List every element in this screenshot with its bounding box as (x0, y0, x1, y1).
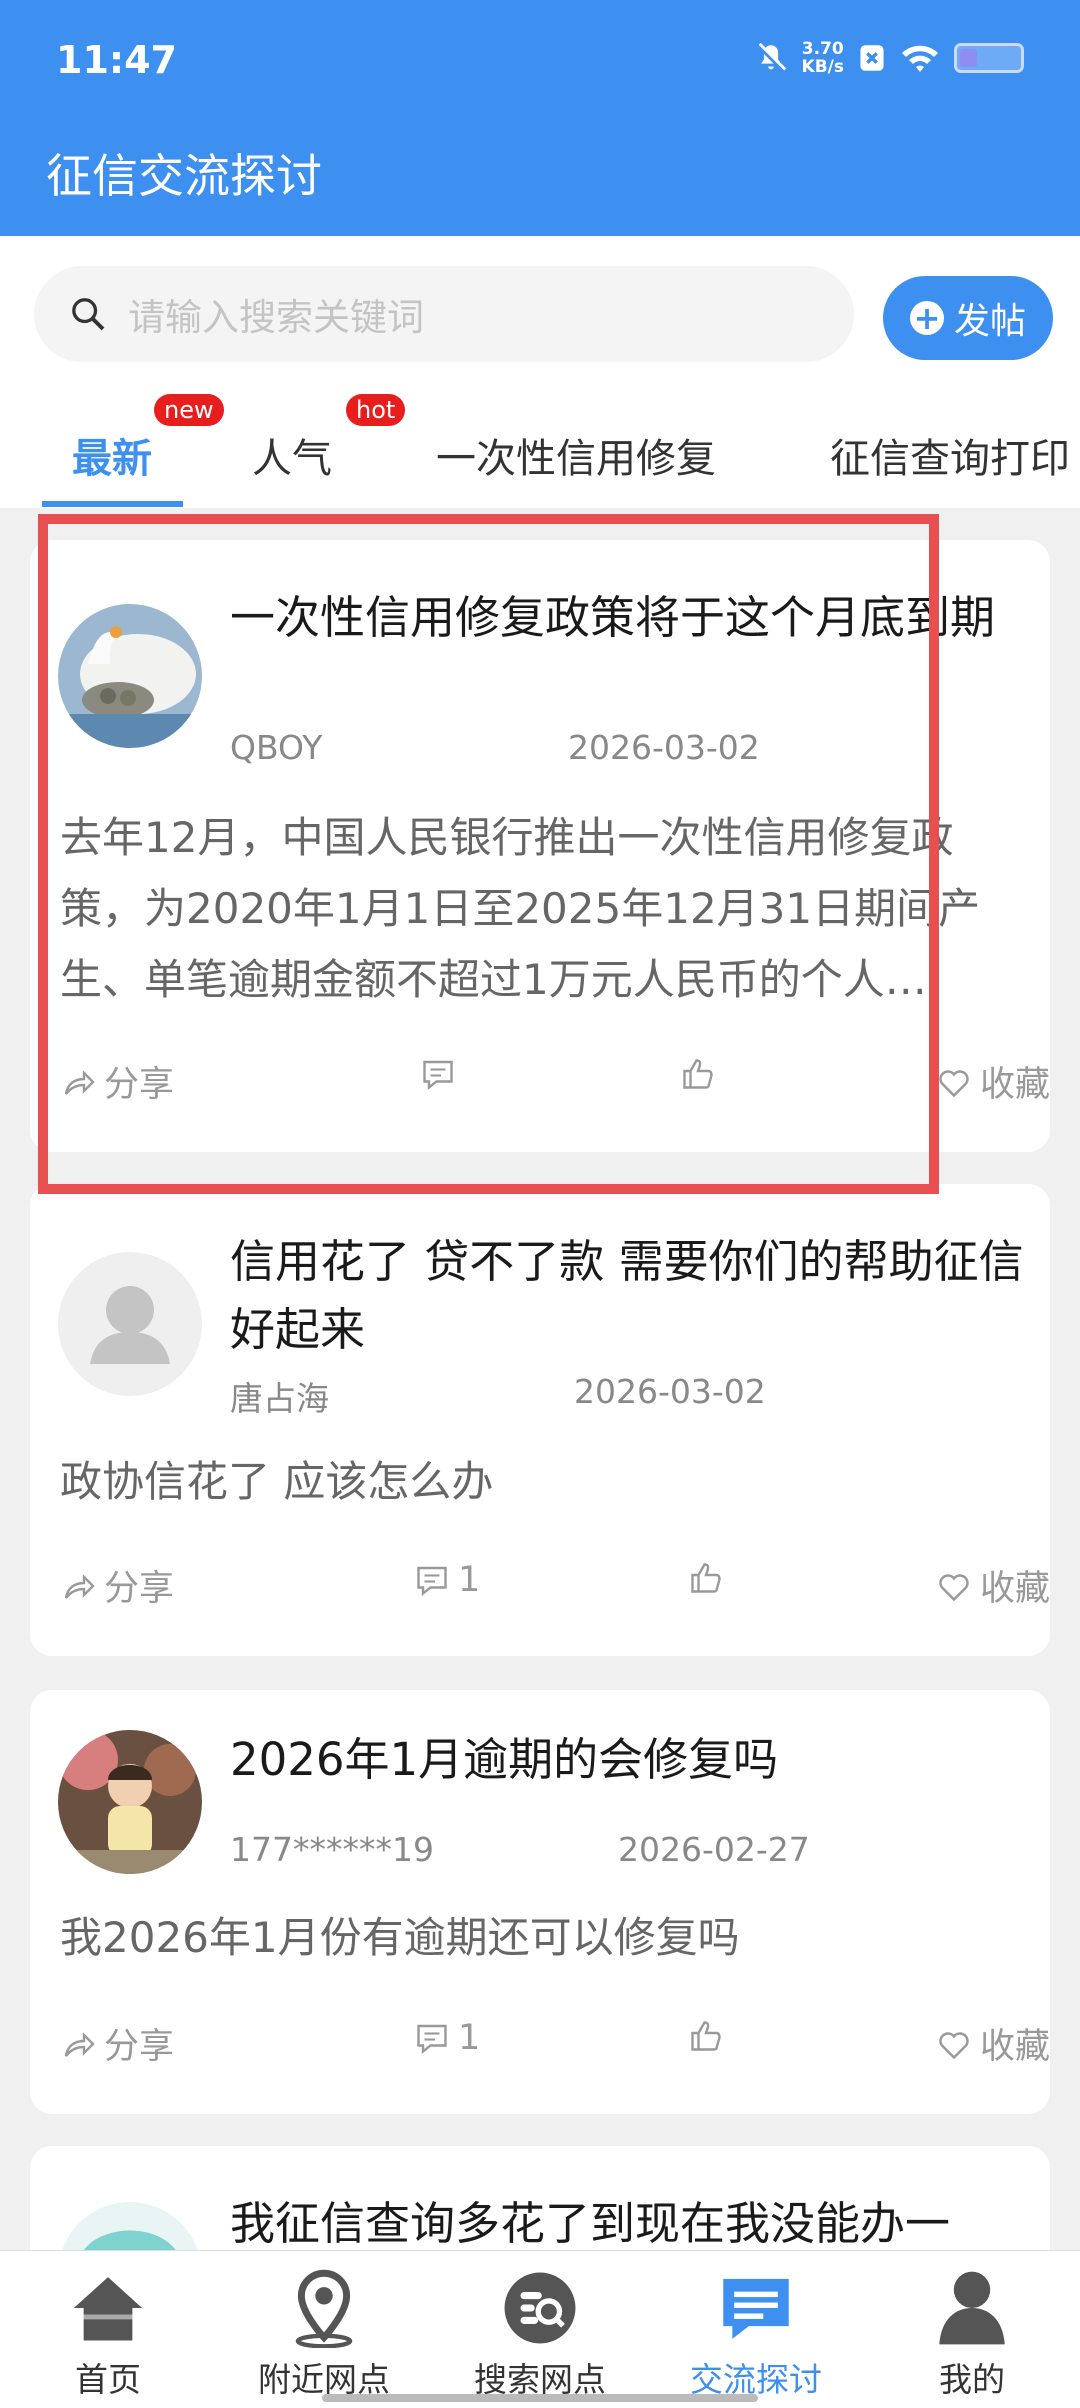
home-icon (73, 2277, 143, 2341)
home-indicator (322, 2394, 758, 2402)
tab-latest-label: 最新 (72, 436, 152, 482)
post-date: 2026-03-02 (568, 728, 760, 767)
page-title: 征信交流探讨 (46, 149, 322, 203)
nav-home[interactable]: 首页 (0, 2263, 216, 2401)
comment-count: 1 (458, 1560, 481, 1600)
heart-icon (939, 2031, 969, 2059)
post-date: 2026-02-27 (618, 1830, 810, 1869)
search-placeholder: 请输入搜索关键词 (128, 296, 424, 339)
post-card[interactable]: 一次性信用修复政策将于这个月底到期 QBOY 2026-03-02 去年12月，… (30, 540, 1050, 1152)
comment-button[interactable]: 1 (414, 1560, 480, 1600)
search-input[interactable]: 请输入搜索关键词 (34, 266, 854, 362)
favorite-label: 收藏 (980, 1569, 1051, 1609)
share-label: 分享 (104, 1569, 175, 1609)
share-button[interactable]: 分享 (60, 1056, 174, 1107)
post-title[interactable]: 我征信查询多花了到现在我没能办一 (230, 2190, 1030, 2258)
like-button[interactable] (680, 1056, 716, 1092)
tab-popular-label: 人气 (252, 436, 332, 482)
thumbs-up-icon (691, 1563, 721, 1593)
sim-off-icon (860, 45, 884, 71)
post-date: 2026-03-02 (574, 1372, 766, 1411)
tab-popular[interactable]: 人气 (252, 426, 332, 484)
post-author: 唐占海 (230, 1379, 329, 1418)
mute-icon (756, 42, 786, 73)
post-title[interactable]: 2026年1月逾期的会修复吗 (230, 1726, 1030, 1794)
share-icon (64, 1573, 95, 1599)
status-icons: 3.70 KB/s (754, 40, 1024, 76)
avatar[interactable] (58, 1730, 202, 1874)
share-label: 分享 (104, 2027, 175, 2067)
favorite-label: 收藏 (980, 1065, 1051, 1105)
user-icon (939, 2271, 1005, 2345)
post-title[interactable]: 信用花了 贷不了款 需要你们的帮助征信好起来 (230, 1228, 1030, 1364)
comment-icon (417, 2024, 447, 2054)
favorite-label: 收藏 (980, 2027, 1051, 2067)
share-label: 分享 (104, 1065, 175, 1105)
favorite-button[interactable]: 收藏 (936, 1056, 1050, 1107)
category-tabs: 最新 new 人气 hot 一次性信用修复 征信查询打印 (0, 386, 1080, 508)
thumbs-up-icon (691, 2021, 721, 2051)
post-author: 177******19 (230, 1830, 434, 1869)
bottom-nav: 首页 附近网点 搜索网点 交流探讨 我的 (0, 2250, 1080, 2408)
favorite-button[interactable]: 收藏 (936, 1560, 1050, 1611)
share-button[interactable]: 分享 (60, 1560, 174, 1611)
post-excerpt: 去年12月，中国人民银行推出一次性信用修复政策，为2020年1月1日至2025年… (60, 813, 981, 1004)
post-card[interactable]: 2026年1月逾期的会修复吗 177******19 2026-02-27 我2… (30, 1690, 1050, 2114)
comment-button[interactable] (420, 1056, 464, 1092)
post-button-label: 发帖 (953, 301, 1026, 342)
post-actions: 分享 收藏 (60, 1056, 1050, 1116)
network-speed-unit: KB/s (801, 57, 844, 77)
post-button[interactable]: + 发帖 (883, 276, 1053, 360)
search-outlets-icon (504, 2272, 576, 2344)
avatar[interactable] (58, 604, 202, 748)
network-speed-value: 3.70 (801, 39, 844, 59)
post-excerpt: 我2026年1月份有逾期还可以修复吗 (60, 1913, 740, 1962)
like-button[interactable] (688, 1560, 724, 1596)
search-icon (72, 298, 105, 331)
post-actions: 分享 1 收藏 (60, 2018, 1050, 2078)
nav-nearby-outlets[interactable]: 附近网点 (216, 2263, 432, 2401)
heart-icon (939, 1069, 969, 1097)
tab-credit-report-print[interactable]: 征信查询打印 (830, 426, 1070, 484)
comment-count: 1 (458, 2018, 481, 2058)
hot-badge: hot (346, 394, 406, 426)
post-excerpt: 政协信花了 应该怎么办 (60, 1457, 494, 1506)
battery-icon (954, 43, 1024, 73)
new-badge: new (154, 394, 224, 426)
nav-home-label: 首页 (75, 2360, 141, 2399)
status-time: 11:47 (56, 38, 177, 82)
plus-icon: + (909, 301, 944, 335)
post-actions: 分享 1 收藏 (60, 1560, 1050, 1620)
like-button[interactable] (688, 2018, 724, 2054)
favorite-button[interactable]: 收藏 (936, 2018, 1050, 2069)
thumbs-up-icon (683, 1059, 713, 1089)
tab-credit-repair-label: 一次性信用修复 (436, 436, 716, 482)
tab-latest[interactable]: 最新 (72, 426, 152, 484)
share-button[interactable]: 分享 (60, 2018, 174, 2069)
nav-profile[interactable]: 我的 (864, 2263, 1080, 2401)
location-pin-icon (295, 2269, 353, 2348)
comment-icon (417, 1566, 447, 1596)
tab-credit-report-print-label: 征信查询打印 (830, 436, 1070, 482)
network-speed: 3.70 KB/s (802, 40, 844, 76)
comment-button[interactable]: 1 (414, 2018, 480, 2058)
heart-icon (939, 1573, 969, 1601)
avatar[interactable] (58, 1252, 202, 1396)
post-author: QBOY (230, 728, 323, 767)
comment-icon (423, 1060, 453, 1090)
nav-discussion[interactable]: 交流探讨 (648, 2263, 864, 2401)
app-header: 11:47 3.70 KB/s 征信交流探讨 (0, 0, 1080, 236)
search-area: 请输入搜索关键词 + 发帖 最新 new 人气 hot 一次性信用修复 征信查询… (0, 236, 1080, 508)
post-title[interactable]: 一次性信用修复政策将于这个月底到期 (230, 584, 1030, 652)
chat-icon (723, 2278, 789, 2339)
post-card[interactable]: 信用花了 贷不了款 需要你们的帮助征信好起来 唐占海 2026-03-02 政协… (30, 1184, 1050, 1656)
nav-search-outlets[interactable]: 搜索网点 (432, 2263, 648, 2401)
share-icon (64, 1069, 95, 1095)
active-tab-indicator (42, 501, 183, 507)
nav-profile-label: 我的 (939, 2360, 1005, 2399)
share-icon (64, 2031, 95, 2057)
wifi-icon (902, 45, 938, 72)
tab-credit-repair[interactable]: 一次性信用修复 (436, 426, 716, 484)
